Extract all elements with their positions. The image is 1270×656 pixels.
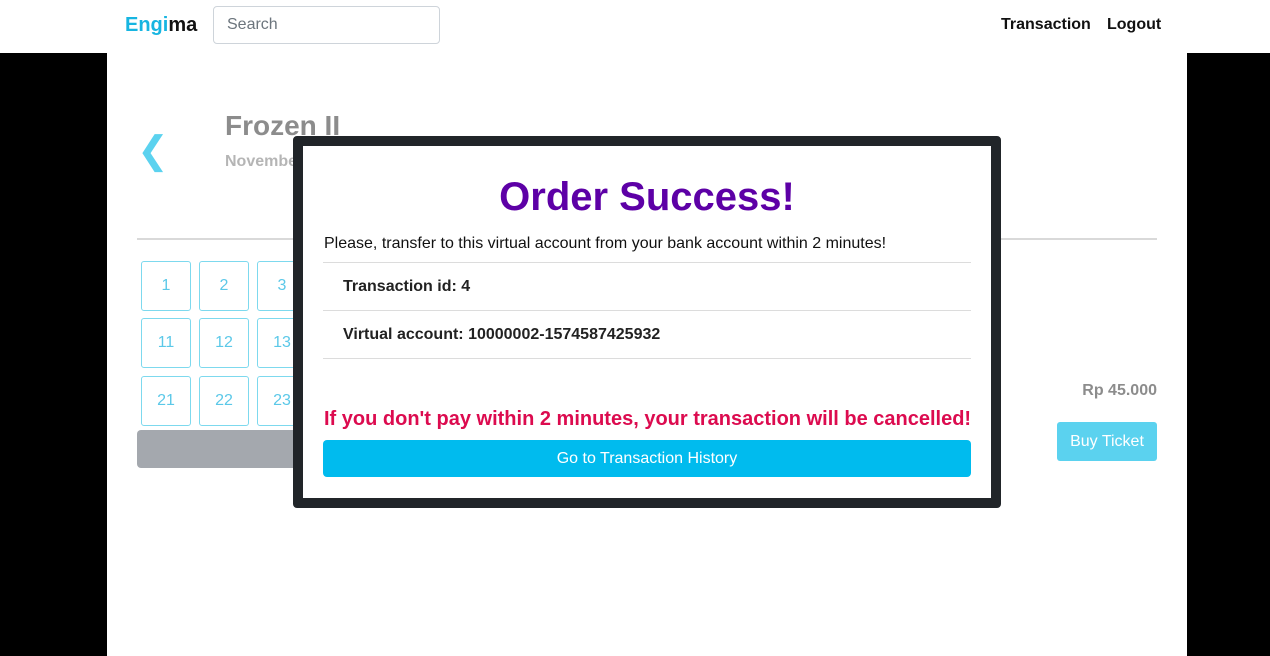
back-chevron-icon[interactable]: ❮ (137, 131, 169, 171)
buy-ticket-button[interactable]: Buy Ticket (1057, 422, 1157, 461)
brand-logo[interactable]: Engima (125, 13, 197, 37)
movie-date: Novembe (225, 153, 298, 170)
transaction-details-list: Transaction id: 4 Virtual account: 10000… (323, 262, 971, 359)
brand-part-2: ma (168, 14, 198, 36)
ticket-price: Rp 45.000 (1082, 382, 1157, 399)
brand-part-1: Engi (125, 14, 169, 36)
navbar: Engima Transaction Logout (0, 0, 1270, 53)
transaction-history-button[interactable]: Go to Transaction History (323, 440, 971, 477)
cancellation-warning: If you don't pay within 2 minutes, your … (324, 408, 972, 430)
seat-button[interactable]: 2 (199, 261, 249, 311)
virtual-account: Virtual account: 10000002-1574587425932 (323, 311, 971, 359)
seat-button[interactable]: 1 (141, 261, 191, 311)
search-input[interactable] (213, 6, 440, 44)
seat-button[interactable]: 12 (199, 318, 249, 368)
modal-title: Order Success! (499, 175, 795, 219)
order-success-modal: Order Success! Please, transfer to this … (293, 136, 1001, 508)
seat-button[interactable]: 22 (199, 376, 249, 426)
nav-logout-link[interactable]: Logout (1107, 15, 1161, 35)
nav-transaction-link[interactable]: Transaction (1001, 15, 1091, 35)
seat-button[interactable]: 21 (141, 376, 191, 426)
modal-message: Please, transfer to this virtual account… (324, 235, 887, 252)
transaction-id: Transaction id: 4 (323, 263, 971, 311)
seat-button[interactable]: 11 (141, 318, 191, 368)
